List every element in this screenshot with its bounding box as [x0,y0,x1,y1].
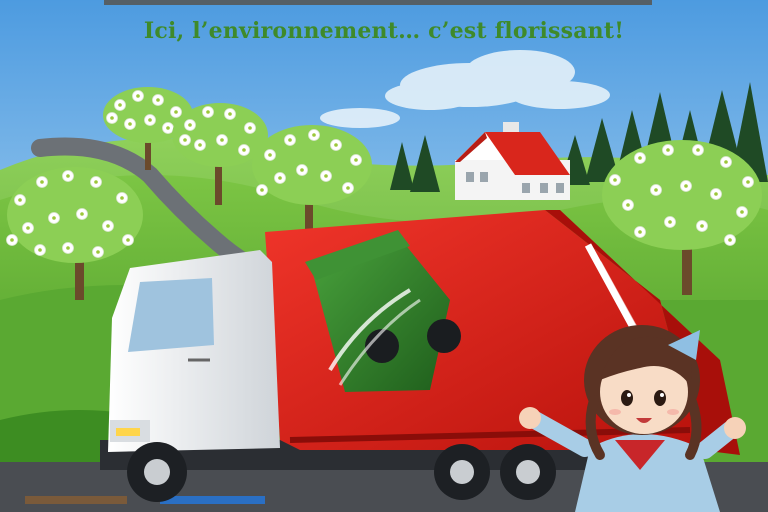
headline: Ici, l’environnement… c’est florissant! [143,18,625,44]
landscape-illustration [0,0,768,512]
title-divider [104,0,652,5]
poster-scene: Ici, l’environnement… c’est florissant! [0,0,768,512]
truck-wheel [127,442,187,502]
truck-wheel [500,444,556,500]
truck-wheel [434,444,490,500]
blue-bin-lid [160,496,265,504]
brown-bin-lid [25,496,127,504]
